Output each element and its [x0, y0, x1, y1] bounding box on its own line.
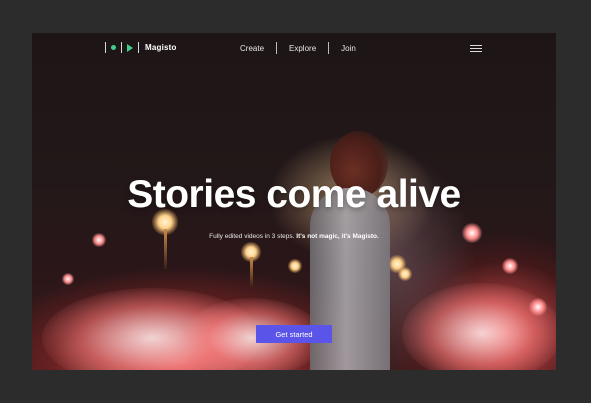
main-menu: Create Explore Join [228, 42, 368, 54]
street-lamp-glow [398, 267, 412, 281]
smoke-cloud [402, 283, 556, 370]
hero-subtitle: Fully edited videos in 3 steps. It's not… [32, 233, 556, 240]
firework-spark [62, 273, 74, 285]
logo-bar [121, 42, 122, 53]
street-lamp-pole [250, 257, 253, 287]
nav-item-explore[interactable]: Explore [277, 44, 328, 53]
logo-play-icon [127, 43, 133, 52]
hero-section: Magisto Create Explore Join Stories come… [32, 33, 556, 370]
top-nav: Magisto Create Explore Join [32, 33, 556, 65]
get-started-button[interactable]: Get started [256, 325, 332, 343]
firework-spark [502, 258, 518, 274]
logo-bar [105, 42, 106, 53]
hero-subtitle-bold: It's not magic, it's Magisto. [296, 233, 379, 240]
logo-bar [138, 42, 139, 53]
firework-spark [529, 298, 547, 316]
hero-headline: Stories come alive [127, 173, 461, 216]
nav-item-join[interactable]: Join [329, 44, 368, 53]
hero-subtitle-plain: Fully edited videos in 3 steps. [209, 233, 295, 240]
hamburger-menu-icon[interactable] [470, 45, 482, 53]
brand-name: Magisto [145, 43, 177, 52]
street-lamp-glow [288, 259, 302, 273]
nav-item-create[interactable]: Create [228, 44, 276, 53]
brand-logo[interactable]: Magisto [105, 42, 177, 53]
logo-dot-icon [111, 45, 116, 50]
